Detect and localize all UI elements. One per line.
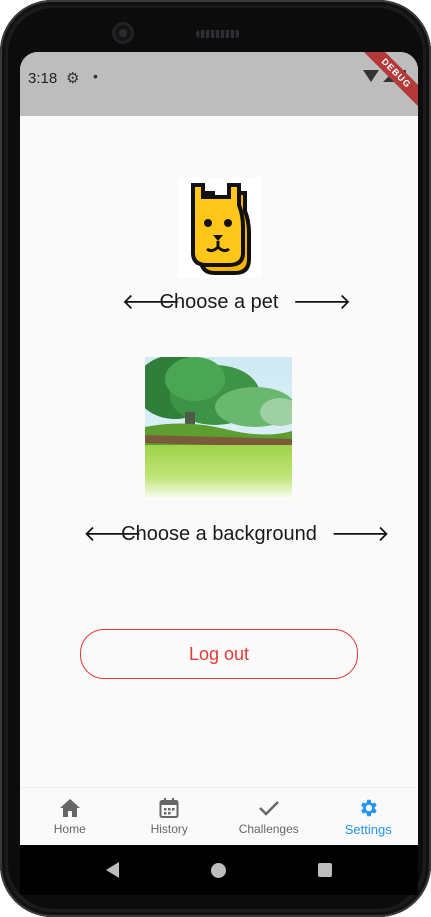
background-selector: 🡐 Choose a background 🡒 <box>20 522 418 546</box>
home-circle-icon[interactable] <box>211 862 226 878</box>
pet-selector: 🡐 Choose a pet 🡒 <box>20 290 418 314</box>
nav-item-home[interactable]: Home <box>20 788 120 845</box>
nav-label-home: Home <box>53 822 86 836</box>
arrow-right-icon[interactable]: 🡒 <box>292 290 351 314</box>
nav-item-settings[interactable]: Settings <box>319 788 419 845</box>
notification-dot-icon: • <box>93 68 98 84</box>
wifi-icon <box>363 70 379 82</box>
nav-label-history: History <box>150 822 188 836</box>
settings-status-icon: ⚙ <box>66 70 80 87</box>
debug-banner: DEBUG <box>356 52 418 113</box>
recent-apps-icon[interactable] <box>318 863 332 877</box>
status-time: 3:18 <box>28 70 58 87</box>
background-selector-label: Choose a background <box>121 522 317 545</box>
home-icon <box>59 797 81 819</box>
app-screen: 3:18 ⚙ • DEBUG 🡐 Choose a pet 🡒 🡐 Choose… <box>20 52 418 845</box>
nav-label-settings: Settings <box>344 822 392 837</box>
nav-label-challenges: Challenges <box>238 822 299 836</box>
forest-background-image <box>145 357 292 500</box>
arrow-left-icon[interactable]: 🡐 <box>122 290 181 314</box>
dog-face-icon <box>191 183 251 275</box>
back-icon[interactable] <box>106 862 119 878</box>
arrow-left-icon[interactable]: 🡐 <box>83 522 142 546</box>
phone-frame: 3:18 ⚙ • DEBUG 🡐 Choose a pet 🡒 🡐 Choose… <box>0 0 431 917</box>
gear-icon <box>357 797 379 819</box>
arrow-right-icon[interactable]: 🡒 <box>331 522 390 546</box>
pet-selector-label: Choose a pet <box>159 290 279 313</box>
pet-image <box>177 177 261 278</box>
earpiece-speaker <box>196 30 240 38</box>
nav-item-history[interactable]: History <box>120 788 220 845</box>
status-bar: 3:18 ⚙ • DEBUG <box>20 52 418 116</box>
bottom-navigation: Home History Challenges Settings <box>20 787 418 845</box>
background-image <box>145 357 292 500</box>
calendar-icon <box>159 797 179 819</box>
logout-button[interactable]: Log out <box>80 629 358 679</box>
system-navigation-bar <box>20 845 418 895</box>
checkmark-icon <box>258 797 280 819</box>
nav-item-challenges[interactable]: Challenges <box>219 788 319 845</box>
front-camera <box>112 22 134 44</box>
logout-button-label: Log out <box>188 643 250 664</box>
